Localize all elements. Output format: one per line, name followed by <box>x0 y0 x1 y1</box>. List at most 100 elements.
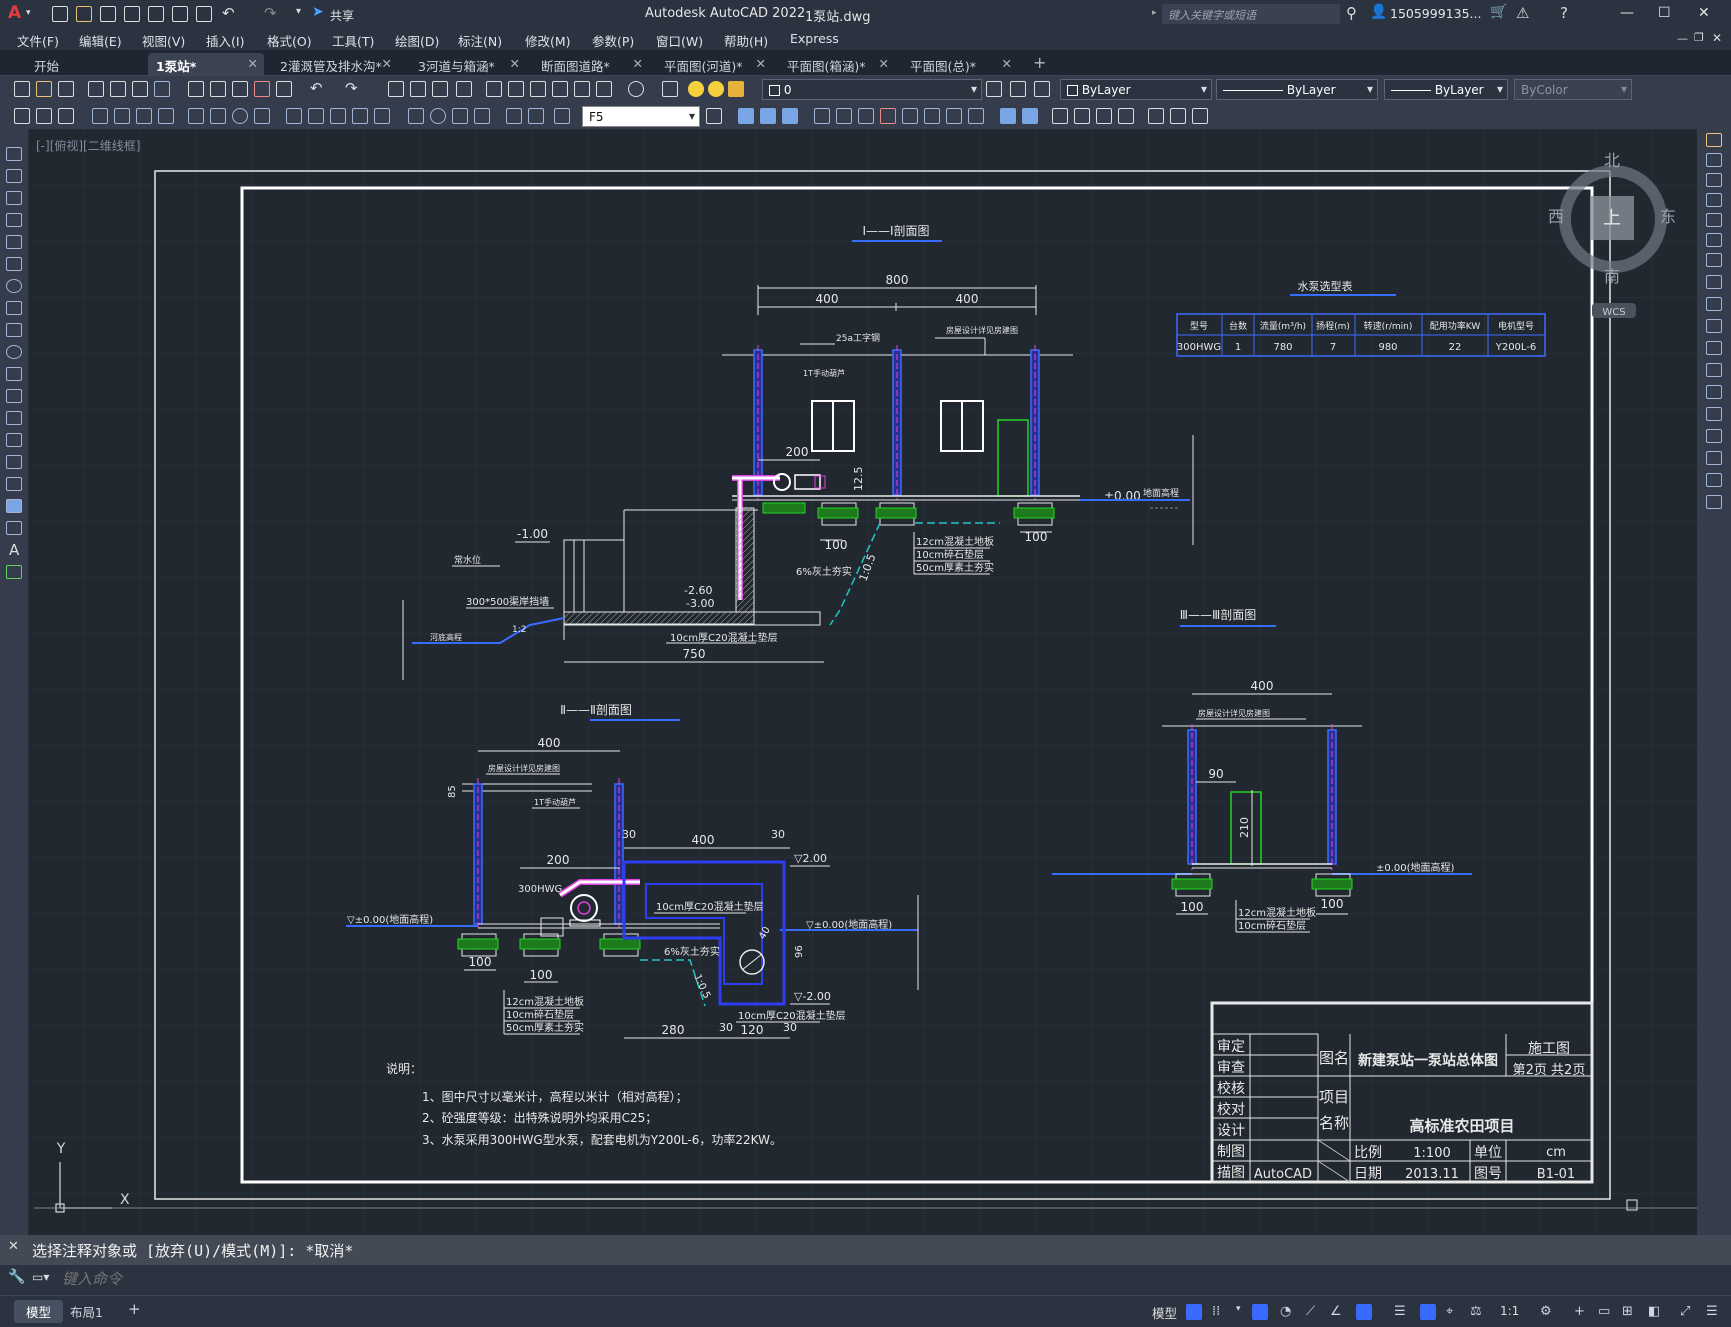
open-web-icon[interactable] <box>148 6 164 22</box>
recent-commands-icon[interactable]: ▭▾ <box>32 1270 49 1284</box>
customize-icon[interactable]: ☰ <box>1706 1304 1722 1320</box>
join-icon[interactable] <box>968 108 984 124</box>
erase-icon[interactable] <box>1706 133 1722 147</box>
object-snap-tracking-icon[interactable]: ∠ <box>1330 1304 1346 1320</box>
tab-close-icon[interactable]: ✕ <box>633 56 643 71</box>
polygon-icon[interactable] <box>6 213 22 227</box>
insert-block-icon[interactable] <box>1148 108 1164 124</box>
continue-dim-icon[interactable] <box>330 108 346 124</box>
autocad-logo-icon[interactable]: A <box>8 3 21 23</box>
copy-icon[interactable] <box>1706 153 1722 167</box>
dim-space-icon[interactable] <box>352 108 368 124</box>
compass-north[interactable]: 北 <box>1604 151 1620 170</box>
tab-close-icon[interactable]: ✕ <box>382 56 392 71</box>
redo-icon[interactable]: ↷ <box>345 79 358 97</box>
share-icon[interactable]: ➤ <box>312 4 324 20</box>
close-icon[interactable]: ✕ <box>1698 5 1710 21</box>
cart-icon[interactable]: 🛒 <box>1490 4 1507 20</box>
rectangle-icon[interactable] <box>6 235 22 249</box>
point-icon[interactable] <box>6 433 22 447</box>
define-attribute-icon[interactable] <box>1192 108 1208 124</box>
chevron-down-icon[interactable]: ▾ <box>26 8 31 18</box>
jogged-linear-icon[interactable] <box>474 108 490 124</box>
dimstyle-select[interactable]: F5 ▾ <box>582 106 700 127</box>
lineweight-select[interactable]: ByLayer ▾ <box>1384 79 1508 100</box>
copy-icon[interactable] <box>210 81 226 97</box>
table-icon[interactable] <box>6 521 22 535</box>
object-snap-icon[interactable] <box>1356 1304 1372 1320</box>
color-select[interactable]: ByLayer ▾ <box>1060 79 1212 100</box>
doc-minimize-icon[interactable]: — <box>1677 32 1688 45</box>
array-icon[interactable] <box>1706 213 1722 227</box>
move-icon[interactable] <box>1706 233 1722 247</box>
new-file-icon[interactable] <box>52 6 68 22</box>
dim-update-icon[interactable] <box>554 108 570 124</box>
annotation-scale[interactable]: 1:1 <box>1500 1304 1519 1318</box>
mirror-icon[interactable] <box>1706 173 1722 187</box>
paste-icon[interactable] <box>232 81 248 97</box>
plus-icon[interactable]: + <box>1574 1304 1590 1320</box>
break-icon[interactable] <box>1706 385 1722 399</box>
fillet-icon[interactable] <box>1706 451 1722 465</box>
tolerance-icon[interactable] <box>408 108 424 124</box>
save-icon[interactable] <box>100 6 116 22</box>
layer-walk-icon[interactable] <box>36 108 52 124</box>
minimize-icon[interactable]: — <box>1620 5 1634 21</box>
stretch-icon[interactable] <box>880 108 896 124</box>
new-tab-icon[interactable]: + <box>1033 53 1046 72</box>
add-selected-icon[interactable] <box>6 565 22 579</box>
menu-view[interactable]: 视图(V) <box>142 31 185 50</box>
break-at-point-icon[interactable] <box>1706 363 1722 377</box>
redo-icon[interactable]: ↷ <box>264 4 277 22</box>
layer-select[interactable]: 0 ▾ <box>762 79 982 100</box>
chamfer-icon[interactable] <box>1706 429 1722 443</box>
block-editor-icon[interactable] <box>276 81 292 97</box>
gradient-icon[interactable] <box>6 477 22 491</box>
layer-isolate-icon[interactable] <box>58 108 74 124</box>
scale-icon[interactable] <box>1706 275 1722 289</box>
center-mark-icon[interactable] <box>430 108 446 124</box>
extend-icon[interactable] <box>1706 341 1722 355</box>
user-icon[interactable]: 👤 <box>1370 4 1387 20</box>
make-block-icon[interactable] <box>1170 108 1186 124</box>
model-space[interactable]: [-][俯视][二维线框] 上 北 南 东 西 WCS Y X Ⅰ——Ⅰ剖面图 … <box>28 129 1697 1235</box>
array-icon[interactable] <box>1074 108 1090 124</box>
join-icon[interactable] <box>1706 407 1722 421</box>
arc-length-icon[interactable] <box>136 108 152 124</box>
menu-draw[interactable]: 绘图(D) <box>395 31 439 50</box>
preview-icon[interactable] <box>110 81 126 97</box>
viewport-label[interactable]: [-][俯视][二维线框] <box>36 138 140 153</box>
ellipse-icon[interactable] <box>6 345 22 359</box>
tool-palettes-icon[interactable] <box>530 81 546 97</box>
dim-text-edit-icon[interactable] <box>528 108 544 124</box>
inspect-icon[interactable] <box>452 108 468 124</box>
isodraft-icon[interactable]: ⟋ <box>1306 1304 1322 1320</box>
undo-icon[interactable]: ↶ <box>310 79 323 97</box>
save-icon[interactable] <box>58 81 74 97</box>
print-icon[interactable] <box>88 81 104 97</box>
break-icon[interactable] <box>946 108 962 124</box>
layer-lock-icon[interactable] <box>728 81 744 97</box>
search-icon[interactable]: ⚲ <box>1346 4 1357 22</box>
menu-dimension[interactable]: 标注(N) <box>458 31 502 50</box>
fullscreen-icon[interactable]: ⤢ <box>1680 1304 1696 1320</box>
linetype-select[interactable]: ByLayer ▾ <box>1216 79 1378 100</box>
design-center-icon[interactable] <box>508 81 524 97</box>
region-icon[interactable] <box>6 499 22 513</box>
menu-modify[interactable]: 修改(M) <box>525 31 571 50</box>
menu-insert[interactable]: 插入(I) <box>206 31 244 50</box>
dim-edit-icon[interactable] <box>506 108 522 124</box>
ortho-icon[interactable] <box>1252 1304 1268 1320</box>
blend-curves-icon[interactable] <box>1706 473 1722 487</box>
help-icon[interactable] <box>628 81 644 97</box>
command-input[interactable] <box>62 1268 1712 1290</box>
sheet-set-icon[interactable] <box>552 81 568 97</box>
construction-line-icon[interactable] <box>6 169 22 183</box>
erase-icon[interactable] <box>1096 108 1112 124</box>
3d-print-icon[interactable] <box>154 81 170 97</box>
wrench-icon[interactable]: 🔧 <box>8 1269 25 1285</box>
polyline-icon[interactable] <box>6 191 22 205</box>
ordinate-dim-icon[interactable] <box>158 108 174 124</box>
quick-dim-icon[interactable] <box>286 108 302 124</box>
baseline-dim-icon[interactable] <box>308 108 324 124</box>
